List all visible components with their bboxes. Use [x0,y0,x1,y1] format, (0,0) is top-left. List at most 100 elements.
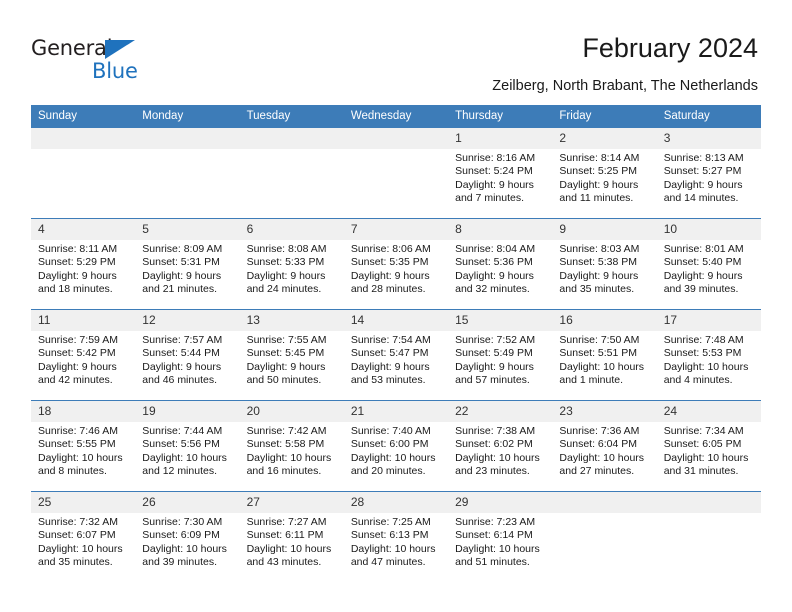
page-subtitle: Zeilberg, North Brabant, The Netherlands [492,78,758,94]
weekday-header-monday: Monday [135,105,240,128]
day-number: 27 [239,492,344,513]
day-number: 7 [343,219,449,240]
sunrise-text: Sunrise: 7:36 AM [559,425,640,437]
brand-name-bottom: Blue [92,59,138,83]
day-cell[interactable]: 11 Sunrise: 7:59 AM Sunset: 5:42 PM Dayl… [31,309,136,401]
day-cell[interactable]: 22 Sunrise: 7:38 AM Sunset: 6:02 PM Dayl… [448,400,553,492]
sunset-text: Sunset: 6:13 PM [350,529,429,542]
day-details: Sunrise: 8:01 AM Sunset: 5:40 PM Dayligh… [657,240,761,297]
week-row: 11 Sunrise: 7:59 AM Sunset: 5:42 PM Dayl… [31,309,761,401]
daylight-text-line2: and 18 minutes. [38,283,113,296]
day-cell[interactable]: 4 Sunrise: 8:11 AM Sunset: 5:29 PM Dayli… [31,218,136,310]
day-cell[interactable]: 5 Sunrise: 8:09 AM Sunset: 5:31 PM Dayli… [135,218,240,310]
sunrise-text: Sunrise: 7:27 AM [246,516,327,528]
day-cell[interactable]: 2 Sunrise: 8:14 AM Sunset: 5:25 PM Dayli… [552,128,657,219]
day-details: Sunrise: 7:32 AM Sunset: 6:07 PM Dayligh… [31,513,135,570]
day-details: Sunrise: 7:25 AM Sunset: 6:13 PM Dayligh… [344,513,448,570]
day-cell[interactable]: 8 Sunrise: 8:04 AM Sunset: 5:36 PM Dayli… [448,218,553,310]
day-cell[interactable] [343,128,449,219]
day-details: Sunrise: 8:14 AM Sunset: 5:25 PM Dayligh… [552,149,656,206]
day-cell[interactable]: 19 Sunrise: 7:44 AM Sunset: 5:56 PM Dayl… [135,400,240,492]
daylight-text-line1: Daylight: 10 hours [559,451,645,464]
day-cell[interactable] [239,128,344,219]
day-details: Sunrise: 7:30 AM Sunset: 6:09 PM Dayligh… [135,513,239,570]
day-number [656,492,761,513]
day-cell[interactable]: 6 Sunrise: 8:08 AM Sunset: 5:33 PM Dayli… [239,218,344,310]
sunrise-text: Sunrise: 8:16 AM [455,152,536,164]
day-details: Sunrise: 8:16 AM Sunset: 5:24 PM Dayligh… [448,149,552,206]
day-cell[interactable] [552,491,657,582]
sunset-text: Sunset: 6:00 PM [350,438,429,451]
daylight-text-line1: Daylight: 9 hours [350,360,430,373]
sunrise-text: Sunrise: 8:11 AM [38,243,118,255]
day-cell[interactable]: 24 Sunrise: 7:34 AM Sunset: 6:05 PM Dayl… [656,400,761,492]
calendar-table: Sunday Monday Tuesday Wednesday Thursday… [31,105,761,582]
day-cell[interactable]: 13 Sunrise: 7:55 AM Sunset: 5:45 PM Dayl… [239,309,344,401]
day-cell[interactable]: 20 Sunrise: 7:42 AM Sunset: 5:58 PM Dayl… [239,400,344,492]
day-number: 10 [656,219,761,240]
day-cell[interactable] [135,128,240,219]
weekday-header-wednesday: Wednesday [343,105,449,128]
day-cell[interactable]: 21 Sunrise: 7:40 AM Sunset: 6:00 PM Dayl… [343,400,449,492]
brand-logo[interactable]: General Blue [31,36,161,84]
day-number: 28 [343,492,449,513]
day-cell[interactable]: 25 Sunrise: 7:32 AM Sunset: 6:07 PM Dayl… [31,491,136,582]
day-number: 11 [31,310,136,331]
day-cell[interactable]: 12 Sunrise: 7:57 AM Sunset: 5:44 PM Dayl… [135,309,240,401]
day-cell[interactable]: 26 Sunrise: 7:30 AM Sunset: 6:09 PM Dayl… [135,491,240,582]
daylight-text-line2: and 46 minutes. [142,374,217,387]
week-row: 4 Sunrise: 8:11 AM Sunset: 5:29 PM Dayli… [31,218,761,310]
daylight-text-line1: Daylight: 10 hours [350,542,436,555]
daylight-text-line2: and 42 minutes. [38,374,113,387]
daylight-text-line1: Daylight: 9 hours [246,269,326,282]
day-cell[interactable]: 15 Sunrise: 7:52 AM Sunset: 5:49 PM Dayl… [448,309,553,401]
day-cell[interactable]: 18 Sunrise: 7:46 AM Sunset: 5:55 PM Dayl… [31,400,136,492]
day-cell[interactable]: 28 Sunrise: 7:25 AM Sunset: 6:13 PM Dayl… [343,491,449,582]
day-cell[interactable]: 23 Sunrise: 7:36 AM Sunset: 6:04 PM Dayl… [552,400,657,492]
daylight-text-line1: Daylight: 9 hours [455,178,534,191]
day-number: 23 [552,401,657,422]
day-number: 9 [552,219,657,240]
day-number: 20 [239,401,344,422]
day-details: Sunrise: 7:48 AM Sunset: 5:53 PM Dayligh… [657,331,761,388]
day-number: 26 [135,492,240,513]
day-details: Sunrise: 7:38 AM Sunset: 6:02 PM Dayligh… [448,422,552,479]
daylight-text-line2: and 20 minutes. [350,465,426,478]
day-cell[interactable]: 14 Sunrise: 7:54 AM Sunset: 5:47 PM Dayl… [343,309,449,401]
daylight-text-line1: Daylight: 10 hours [38,451,123,464]
day-cell[interactable]: 10 Sunrise: 8:01 AM Sunset: 5:40 PM Dayl… [656,218,761,310]
day-cell[interactable]: 1 Sunrise: 8:16 AM Sunset: 5:24 PM Dayli… [448,128,553,219]
day-number: 1 [448,128,553,149]
sunrise-text: Sunrise: 8:13 AM [663,152,744,164]
daylight-text-line2: and 53 minutes. [350,374,426,387]
daylight-text-line2: and 8 minutes. [38,465,107,478]
brand-name-top: General [31,36,113,60]
daylight-text-line1: Daylight: 10 hours [38,542,123,555]
day-cell[interactable]: 17 Sunrise: 7:48 AM Sunset: 5:53 PM Dayl… [656,309,761,401]
day-number: 29 [448,492,553,513]
sunset-text: Sunset: 5:45 PM [246,347,325,360]
day-cell[interactable]: 29 Sunrise: 7:23 AM Sunset: 6:14 PM Dayl… [448,491,553,582]
day-cell[interactable] [656,491,761,582]
day-number: 2 [552,128,657,149]
sunrise-text: Sunrise: 7:59 AM [38,334,118,346]
day-cell[interactable]: 9 Sunrise: 8:03 AM Sunset: 5:38 PM Dayli… [552,218,657,310]
day-details: Sunrise: 8:08 AM Sunset: 5:33 PM Dayligh… [240,240,344,297]
page-title: February 2024 [582,33,758,63]
day-details: Sunrise: 7:46 AM Sunset: 5:55 PM Dayligh… [31,422,135,479]
weekday-header-row: Sunday Monday Tuesday Wednesday Thursday… [31,105,761,128]
weekday-header-friday: Friday [552,105,657,128]
sunrise-text: Sunrise: 7:30 AM [142,516,223,528]
day-cell[interactable] [31,128,136,219]
sunset-text: Sunset: 6:04 PM [559,438,638,451]
sunrise-text: Sunrise: 7:23 AM [455,516,536,528]
day-cell[interactable]: 27 Sunrise: 7:27 AM Sunset: 6:11 PM Dayl… [239,491,344,582]
day-number: 4 [31,219,136,240]
day-details: Sunrise: 7:40 AM Sunset: 6:00 PM Dayligh… [344,422,448,479]
day-details: Sunrise: 8:03 AM Sunset: 5:38 PM Dayligh… [552,240,656,297]
sunrise-text: Sunrise: 7:42 AM [246,425,327,437]
day-cell[interactable]: 7 Sunrise: 8:06 AM Sunset: 5:35 PM Dayli… [343,218,449,310]
day-cell[interactable]: 3 Sunrise: 8:13 AM Sunset: 5:27 PM Dayli… [656,128,761,219]
daylight-text-line1: Daylight: 9 hours [559,269,639,282]
day-cell[interactable]: 16 Sunrise: 7:50 AM Sunset: 5:51 PM Dayl… [552,309,657,401]
